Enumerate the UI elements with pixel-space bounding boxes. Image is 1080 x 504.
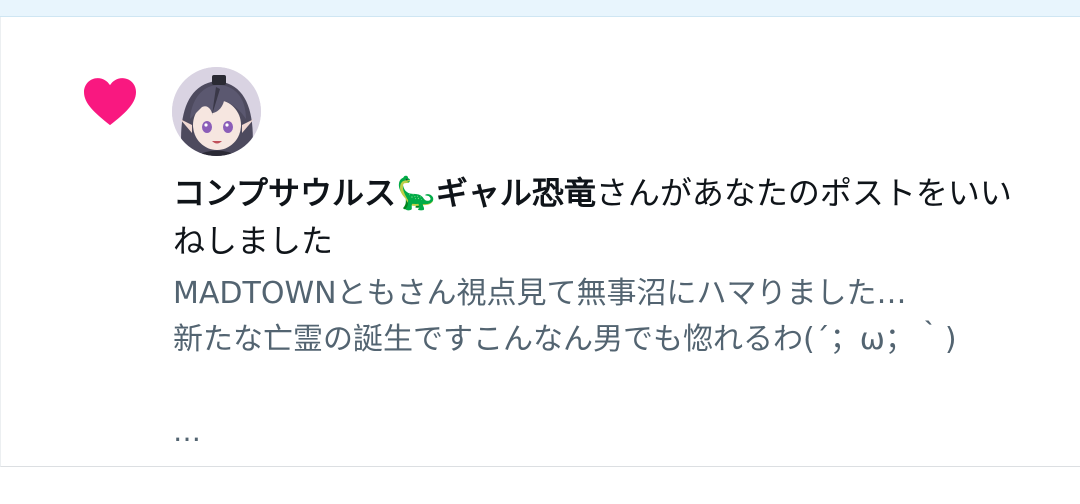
user-name-link[interactable]: コンプサウルス🦕ギャル恐竜 [173,174,596,212]
heart-icon [84,78,136,126]
avatar[interactable] [172,67,261,156]
post-more-indicator: … [173,415,201,448]
user-name-suffix: ギャル恐竜 [435,174,596,212]
dinosaur-icon: 🦕 [396,174,436,212]
post-preview[interactable]: MADTOWNともさん視点見て無事沼にハマりました… 新たな亡霊の誕生ですこんな… [173,271,1043,363]
user-name: コンプサウルス [173,174,397,212]
like-notification[interactable]: コンプサウルス🦕ギャル恐竜さんがあなたのポストをいいねしました MADTOWNと… [0,17,1080,467]
top-strip [0,0,1080,17]
notification-message: コンプサウルス🦕ギャル恐竜さんがあなたのポストをいいねしました [173,169,1043,265]
